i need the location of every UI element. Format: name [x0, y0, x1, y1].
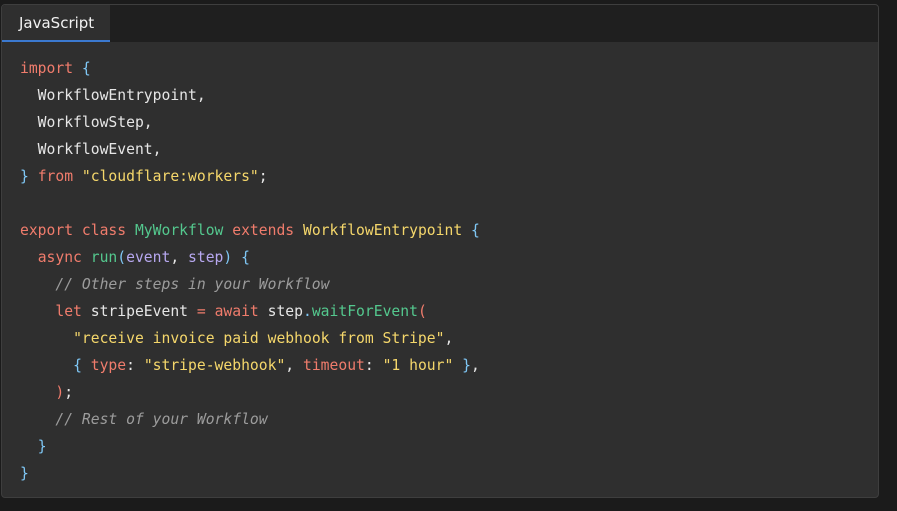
code-token: ; [64, 384, 74, 401]
code-line: WorkflowStep, [20, 109, 480, 136]
code-token: await [214, 303, 259, 320]
code-token: { [471, 222, 480, 239]
code-token: "stripe-webhook" [143, 357, 286, 374]
code-token: } [37, 438, 47, 455]
code-token: waitForEvent [311, 303, 418, 320]
tab-bar: JavaScript [2, 5, 878, 42]
code-token: ) [55, 384, 65, 401]
code-token: run [90, 249, 118, 266]
code-token: WorkflowEntrypoint, [20, 87, 206, 104]
code-token: } [20, 465, 29, 482]
code-line: WorkflowEntrypoint, [20, 82, 480, 109]
code-token: async [37, 249, 82, 266]
code-line: } from "cloudflare:workers"; [20, 163, 480, 190]
code-token: , [285, 357, 303, 374]
code-token: WorkflowEvent, [20, 141, 162, 158]
code-token: : [126, 357, 144, 374]
code-token: extends [232, 222, 295, 239]
code-line: WorkflowEvent, [20, 136, 480, 163]
code-token: step [188, 249, 224, 266]
code-token: timeout [302, 357, 365, 374]
code-line: let stripeEvent = await step.waitForEven… [20, 298, 480, 325]
code-line: "receive invoice paid webhook from Strip… [20, 325, 480, 352]
code-token: import [20, 60, 74, 77]
code-token: ; [258, 168, 268, 185]
code-token: step [258, 303, 303, 320]
code-token: WorkflowStep, [20, 114, 153, 131]
code-token: export [20, 222, 74, 239]
code-token: stripeEvent [81, 303, 197, 320]
code-line: export class MyWorkflow extends Workflow… [20, 217, 480, 244]
code-token: let [55, 303, 82, 320]
code-token: event [126, 249, 171, 266]
code-token: ) [223, 249, 233, 266]
tab-javascript[interactable]: JavaScript [2, 5, 110, 42]
code-token: { [73, 357, 82, 374]
code-token: MyWorkflow [134, 222, 224, 239]
code-token: // Rest of your Workflow [20, 411, 268, 428]
code-token: , [444, 330, 454, 347]
code-token: , [170, 249, 189, 266]
code-token: WorkflowEntrypoint [303, 222, 463, 239]
code-token: class [81, 222, 127, 239]
code-token: ( [417, 303, 427, 320]
code-line: ); [20, 379, 480, 406]
code-token: = [196, 303, 206, 320]
code-line: } [20, 433, 480, 460]
code-token: . [303, 303, 312, 320]
code-token: from [37, 168, 74, 185]
code-token: , [471, 357, 480, 374]
code-token: { [81, 60, 91, 77]
code-token: } [20, 168, 29, 185]
code-token: "receive invoice paid webhook from Strip… [73, 330, 445, 347]
code-line: // Other steps in your Workflow [20, 271, 480, 298]
code-token: } [462, 357, 472, 374]
code-block: JavaScript import { WorkflowEntrypoint, … [1, 4, 879, 498]
code-token: "1 hour" [382, 357, 454, 374]
code-token: type [90, 357, 127, 374]
code-token: "cloudflare:workers" [81, 168, 259, 185]
code-line: import { [20, 55, 480, 82]
code-token: // Other steps in your Workflow [20, 276, 330, 293]
code-content: import { WorkflowEntrypoint, WorkflowSte… [20, 55, 480, 487]
code-line: { type: "stripe-webhook", timeout: "1 ho… [20, 352, 480, 379]
code-line: } [20, 460, 480, 487]
code-token: ( [117, 249, 127, 266]
code-token: : [364, 357, 383, 374]
code-line: ​ [20, 190, 480, 217]
code-line: // Rest of your Workflow [20, 406, 480, 433]
code-line: async run(event, step) { [20, 244, 480, 271]
code-token: { [241, 249, 250, 266]
